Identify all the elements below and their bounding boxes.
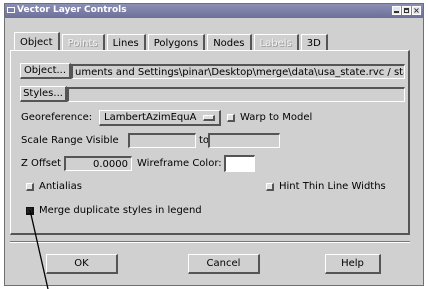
callout-pointer — [29, 209, 49, 289]
callout-line — [29, 209, 49, 289]
